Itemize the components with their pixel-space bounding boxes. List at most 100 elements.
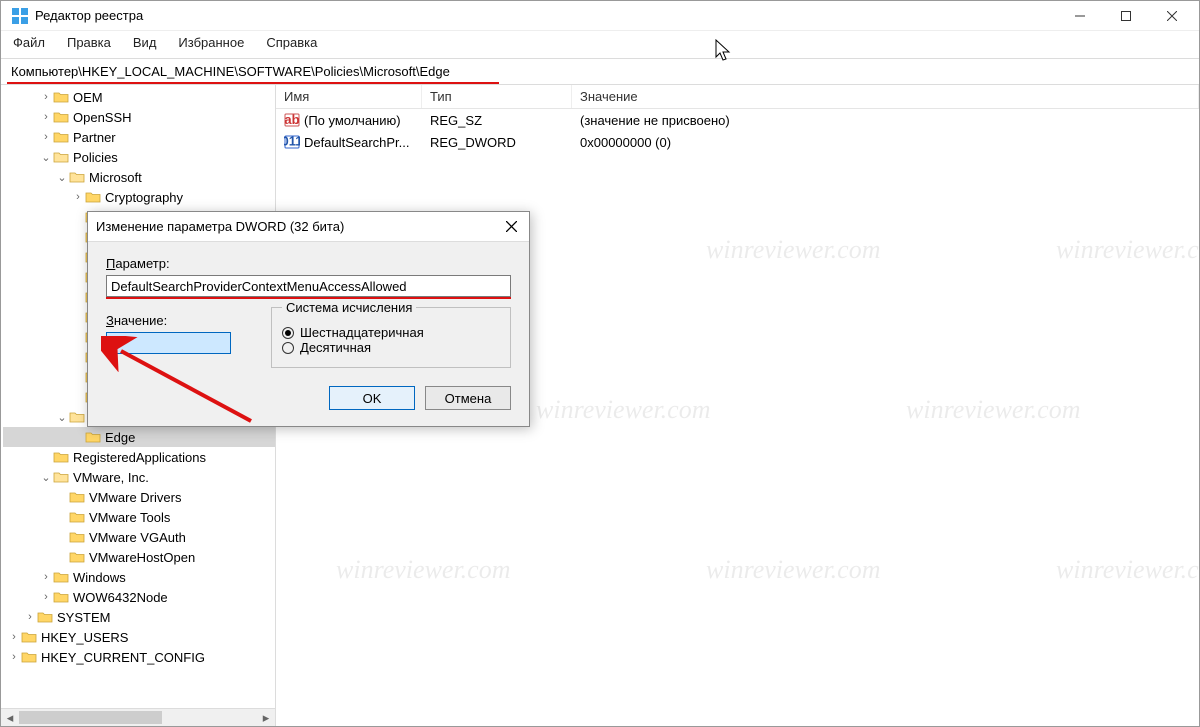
tree-item[interactable]: ⌄ VMware, Inc. [3, 467, 275, 487]
value-type: REG_SZ [422, 113, 572, 128]
scroll-right-icon[interactable]: ▸ [257, 709, 275, 726]
tree-item[interactable]: Edge [3, 427, 275, 447]
tree-item[interactable]: › Partner [3, 127, 275, 147]
base-groupbox: Система исчисления Шестнадцатеричная Дес… [271, 307, 511, 368]
value-name: (По умолчанию) [304, 113, 401, 128]
twisty-icon[interactable]: ⌄ [39, 471, 53, 484]
edit-dword-dialog: Изменение параметра DWORD (32 бита) Пара… [87, 211, 530, 427]
menu-view[interactable]: Вид [131, 33, 159, 52]
cancel-button[interactable]: Отмена [425, 386, 511, 410]
twisty-icon[interactable]: › [39, 111, 53, 123]
tree-item[interactable]: › Windows [3, 567, 275, 587]
menu-edit[interactable]: Правка [65, 33, 113, 52]
folder-icon [69, 489, 85, 505]
ok-button[interactable]: OK [329, 386, 415, 410]
close-button[interactable] [1149, 1, 1195, 31]
tree-item[interactable]: VMwareHostOpen [3, 547, 275, 567]
dialog-name-label: Параметр: [106, 256, 511, 271]
menu-bar: Файл Правка Вид Избранное Справка [1, 31, 1199, 59]
tree-item[interactable]: › OpenSSH [3, 107, 275, 127]
tree-item[interactable]: › HKEY_CURRENT_CONFIG [3, 647, 275, 667]
tree-item-label: Cryptography [105, 190, 183, 205]
minimize-button[interactable] [1057, 1, 1103, 31]
twisty-icon[interactable]: ⌄ [39, 151, 53, 164]
col-header-name[interactable]: Имя [276, 85, 422, 108]
tree-item-label: VMwareHostOpen [89, 550, 195, 565]
dialog-titlebar[interactable]: Изменение параметра DWORD (32 бита) [88, 212, 529, 242]
tree-item-label: VMware, Inc. [73, 470, 149, 485]
folder-icon [69, 549, 85, 565]
address-input[interactable] [9, 63, 1191, 80]
tree-horizontal-scrollbar[interactable]: ◂ ▸ [1, 708, 275, 726]
radio-dec[interactable]: Десятичная [282, 340, 500, 355]
twisty-icon[interactable]: › [39, 91, 53, 103]
folder-icon [21, 629, 37, 645]
tree-item-label: Partner [73, 130, 116, 145]
folder-icon [53, 469, 69, 485]
twisty-icon[interactable]: › [39, 591, 53, 603]
value-type: REG_DWORD [422, 135, 572, 150]
dialog-value-input[interactable] [106, 332, 231, 354]
value-row[interactable]: 011 DefaultSearchPr... REG_DWORD 0x00000… [276, 131, 1199, 153]
menu-help[interactable]: Справка [264, 33, 319, 52]
tree-item[interactable]: VMware Tools [3, 507, 275, 527]
folder-icon [69, 169, 85, 185]
radio-icon [282, 327, 294, 339]
dialog-body: Параметр: Значение: Система исчисления [88, 242, 529, 426]
folder-icon [53, 109, 69, 125]
tree-item[interactable]: › WOW6432Node [3, 587, 275, 607]
svg-text:011: 011 [284, 134, 300, 149]
menu-file[interactable]: Файл [11, 33, 47, 52]
scroll-left-icon[interactable]: ◂ [1, 709, 19, 726]
folder-icon [53, 449, 69, 465]
twisty-icon[interactable]: › [23, 611, 37, 623]
twisty-icon[interactable]: › [39, 131, 53, 143]
tree-item[interactable]: › SYSTEM [3, 607, 275, 627]
tree-item-label: Windows [73, 570, 126, 585]
value-data: 0x00000000 (0) [572, 135, 1199, 150]
tree-item-label: Policies [73, 150, 118, 165]
svg-text:ab: ab [284, 112, 299, 127]
tree-item-label: WOW6432Node [73, 590, 168, 605]
value-data: (значение не присвоено) [572, 113, 1199, 128]
dialog-value-label: Значение: [106, 313, 231, 328]
col-header-data[interactable]: Значение [572, 85, 1199, 108]
folder-icon [85, 189, 101, 205]
menu-favorites[interactable]: Избранное [176, 33, 246, 52]
dialog-name-input[interactable] [106, 275, 511, 297]
tree-item-label: SYSTEM [57, 610, 110, 625]
app-icon [11, 7, 29, 25]
folder-icon [69, 409, 85, 425]
window-title: Редактор реестра [35, 8, 143, 23]
maximize-button[interactable] [1103, 1, 1149, 31]
twisty-icon[interactable]: › [39, 571, 53, 583]
address-bar [1, 59, 1199, 85]
twisty-icon[interactable]: › [7, 651, 21, 663]
tree-item-label: OpenSSH [73, 110, 132, 125]
tree-item-label: HKEY_USERS [41, 630, 128, 645]
twisty-icon[interactable]: › [7, 631, 21, 643]
twisty-icon[interactable]: › [71, 191, 85, 203]
tree-item-label: Edge [105, 430, 135, 445]
folder-icon [53, 569, 69, 585]
tree-item[interactable]: ⌄ Microsoft [3, 167, 275, 187]
folder-icon [69, 509, 85, 525]
tree-item[interactable]: VMware Drivers [3, 487, 275, 507]
annotation-underline-address [7, 82, 499, 84]
col-header-type[interactable]: Тип [422, 85, 572, 108]
value-row[interactable]: ab (По умолчанию) REG_SZ (значение не пр… [276, 109, 1199, 131]
radio-hex[interactable]: Шестнадцатеричная [282, 325, 500, 340]
folder-icon [53, 129, 69, 145]
dialog-close-button[interactable] [493, 212, 529, 242]
twisty-icon[interactable]: ⌄ [55, 411, 69, 424]
tree-item[interactable]: › OEM [3, 87, 275, 107]
titlebar: Редактор реестра [1, 1, 1199, 31]
folder-icon [37, 609, 53, 625]
registry-editor-window: Редактор реестра Файл Правка Вид Избранн… [0, 0, 1200, 727]
tree-item[interactable]: VMware VGAuth [3, 527, 275, 547]
tree-item[interactable]: ⌄ Policies [3, 147, 275, 167]
tree-item[interactable]: › Cryptography [3, 187, 275, 207]
tree-item[interactable]: RegisteredApplications [3, 447, 275, 467]
tree-item[interactable]: › HKEY_USERS [3, 627, 275, 647]
twisty-icon[interactable]: ⌄ [55, 171, 69, 184]
